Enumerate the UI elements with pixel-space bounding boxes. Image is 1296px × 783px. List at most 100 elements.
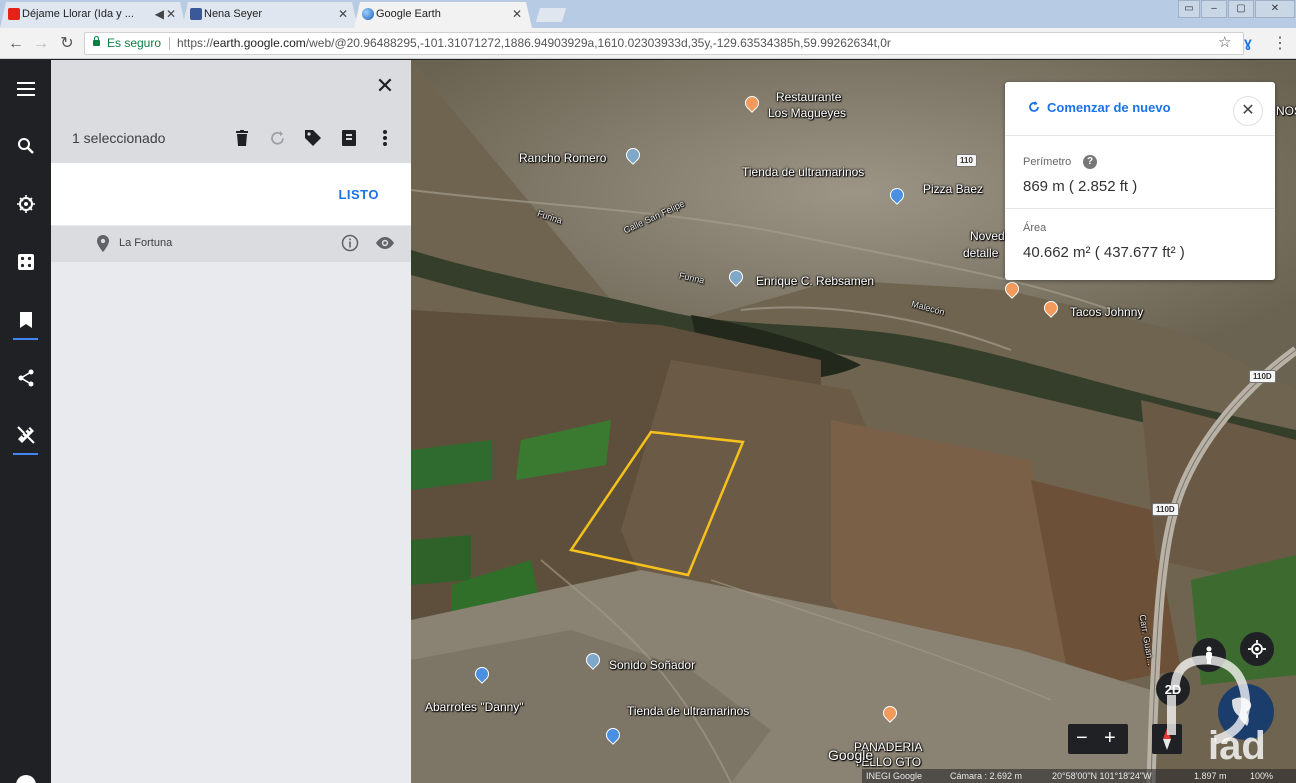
restart-icon[interactable] xyxy=(1027,100,1041,114)
browser-tab-facebook[interactable]: Nena Seyer ✕ xyxy=(182,2,358,28)
browser-tab-strip: Déjame Llorar (Ida y ... ◀ ✕ Nena Seyer … xyxy=(0,0,1296,28)
minimize-button[interactable]: – xyxy=(1201,0,1227,18)
url-host: earth.google.com xyxy=(213,36,306,50)
map-label: detalle xyxy=(963,246,999,260)
account-button[interactable] xyxy=(13,772,38,783)
url-scheme: https:// xyxy=(177,36,214,50)
account-icon xyxy=(15,774,36,783)
ruler-icon xyxy=(16,425,35,444)
forward-icon[interactable]: → xyxy=(30,33,52,55)
my-places-panel: ✕ 1 seleccionado LISTO La Fortuna xyxy=(51,60,411,783)
speaker-icon[interactable]: ◀ xyxy=(155,2,164,26)
url-text: https://earth.google.com/web/@20.9648829… xyxy=(177,33,891,54)
help-icon[interactable]: ? xyxy=(1083,155,1097,169)
map-label: Tienda de ultramarinos xyxy=(742,165,865,179)
close-panel-icon[interactable]: ✕ xyxy=(375,75,395,97)
map-label: NOS xyxy=(1276,104,1296,118)
share-button[interactable] xyxy=(13,365,38,390)
map-pin-icon xyxy=(97,235,109,252)
zoom-percent: 100% xyxy=(1250,771,1274,781)
refresh-icon[interactable] xyxy=(267,128,287,148)
cursor-elevation: 1.897 m xyxy=(1194,771,1227,781)
list-item-la-fortuna[interactable]: La Fortuna xyxy=(51,226,411,262)
more-options-icon[interactable] xyxy=(375,128,395,148)
browser-tab-google-earth[interactable]: Google Earth ✕ xyxy=(354,2,532,28)
tab-title: Google Earth xyxy=(376,8,441,20)
new-tab-button[interactable] xyxy=(536,8,566,22)
divider xyxy=(1005,135,1275,136)
area-label: Área xyxy=(1023,222,1047,234)
area-value: 40.662 m² ( 437.677 ft² ) xyxy=(1023,244,1185,261)
close-tab-icon[interactable]: ✕ xyxy=(338,2,348,26)
restart-button[interactable]: Comenzar de nuevo xyxy=(1047,100,1171,115)
map-label: Enrique C. Rebsamen xyxy=(756,274,875,288)
map-label: Los Magueyes xyxy=(768,106,847,120)
presentation-icon[interactable] xyxy=(339,128,359,148)
cursor-coordinates: 20°58'00"N 101°18'24"W xyxy=(1052,771,1152,781)
perimeter-value: 869 m ( 2.852 ft ) xyxy=(1023,178,1138,195)
imagery-credits: INEGI Google xyxy=(866,771,923,781)
feeling-lucky-button[interactable] xyxy=(13,249,38,274)
map-label: Restaurante xyxy=(776,90,842,104)
earth-nav-rail xyxy=(0,60,51,783)
my-places-button[interactable] xyxy=(13,307,38,340)
separator xyxy=(169,37,170,50)
status-bar: INEGI Google Cámara : 2.692 m 20°58'00"N… xyxy=(862,769,1296,783)
url-path: /web/@20.96488295,-101.31071272,1886.949… xyxy=(305,36,891,50)
bookmark-star-icon[interactable]: ☆ xyxy=(1218,33,1231,51)
close-card-icon[interactable]: ✕ xyxy=(1233,96,1263,126)
label-tag-icon[interactable] xyxy=(303,128,323,148)
browser-menu-icon[interactable]: ⋮ xyxy=(1272,33,1288,53)
map-label: Noved xyxy=(970,229,1005,243)
done-button[interactable]: LISTO xyxy=(338,187,379,202)
browser-toolbar: ← → ↻ Es seguro https://earth.google.com… xyxy=(0,28,1296,59)
perimeter-label: Perímetro xyxy=(1023,156,1072,168)
bookmark-icon xyxy=(19,311,32,328)
zoom-in-button[interactable]: + xyxy=(1104,727,1116,750)
dice-icon xyxy=(17,253,34,270)
voyager-button[interactable] xyxy=(13,191,38,216)
menu-button[interactable] xyxy=(13,76,38,101)
route-shield: 110D xyxy=(1152,503,1179,516)
map-label: Tienda de ultramarinos xyxy=(627,704,750,718)
camera-altitude: Cámara : 2.692 m xyxy=(950,771,1023,781)
item-name: La Fortuna xyxy=(119,237,173,249)
user-profile-button[interactable]: ▭ xyxy=(1178,0,1200,18)
close-window-button[interactable]: ✕ xyxy=(1255,0,1295,18)
tab-title: Nena Seyer xyxy=(204,8,263,20)
measure-button[interactable] xyxy=(13,422,38,455)
youtube-icon xyxy=(8,8,20,20)
map-label: Tacos Johnny xyxy=(1070,305,1144,319)
info-icon[interactable] xyxy=(341,234,359,252)
reload-icon[interactable]: ↻ xyxy=(56,33,78,55)
route-shield: 110D xyxy=(1249,370,1276,383)
panel-header: ✕ 1 seleccionado xyxy=(51,60,411,163)
route-shield: 110 xyxy=(956,154,977,167)
map-label: Rancho Romero xyxy=(519,151,607,165)
back-icon[interactable]: ← xyxy=(5,33,27,55)
map-label: Pizza Baez xyxy=(923,182,984,196)
facebook-icon xyxy=(190,8,202,20)
search-button[interactable] xyxy=(13,133,38,158)
share-icon xyxy=(18,369,33,386)
secure-label: Es seguro xyxy=(107,36,162,50)
zoom-controls: − + xyxy=(1068,724,1128,754)
visibility-eye-icon[interactable] xyxy=(375,236,395,250)
google-earth-icon xyxy=(362,8,374,20)
measure-card: Comenzar de nuevo ✕ Perímetro ? 869 m ( … xyxy=(1005,82,1275,280)
search-icon xyxy=(17,137,34,154)
watermark-text: iad xyxy=(1208,724,1266,768)
close-tab-icon[interactable]: ✕ xyxy=(166,2,176,26)
tab-title: Déjame Llorar (Ida y ... xyxy=(22,8,134,20)
close-tab-icon[interactable]: ✕ xyxy=(512,2,522,26)
delete-icon[interactable] xyxy=(232,128,252,148)
map-label: Sonido Soñador xyxy=(609,658,696,672)
browser-tab-youtube[interactable]: Déjame Llorar (Ida y ... ◀ ✕ xyxy=(0,2,186,28)
address-bar[interactable]: Es seguro https://earth.google.com/web/@… xyxy=(84,32,1244,55)
divider xyxy=(1005,208,1275,209)
lock-icon xyxy=(93,36,100,46)
extension-icon[interactable]: ɣ xyxy=(1244,34,1252,50)
map-label: Abarrotes "Danny" xyxy=(425,700,524,714)
zoom-out-button[interactable]: − xyxy=(1076,727,1088,750)
maximize-button[interactable]: ▢ xyxy=(1228,0,1254,18)
